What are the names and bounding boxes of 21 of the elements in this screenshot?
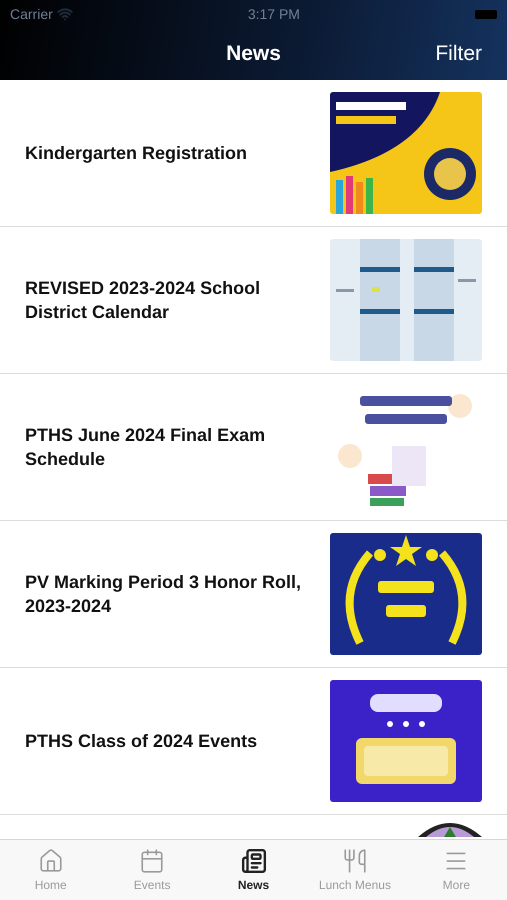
article-row[interactable]: PTHS June 2024 Final Exam Schedule <box>0 374 507 521</box>
article-row[interactable]: Kindergarten Registration <box>0 80 507 227</box>
calendar-icon <box>139 848 166 874</box>
home-icon <box>38 848 64 874</box>
utensils-icon <box>342 848 368 874</box>
news-title: PV Marking Period 3 Honor Roll, 2023-2024 <box>25 571 302 618</box>
article-row[interactable]: PTHS Class of 2024 Events <box>0 668 507 815</box>
nav-title: News <box>226 42 281 66</box>
news-title: PTHS Class of 2024 Events <box>25 730 258 753</box>
filter-button[interactable]: Filter <box>435 42 482 66</box>
news-title: PTHS June 2024 Final Exam Schedule <box>25 424 266 471</box>
article-row[interactable]: REVISED 2023-2024 School District Calendar <box>0 227 507 374</box>
news-title: REVISED 2023-2024 School District Calendar <box>25 277 262 324</box>
wifi-icon <box>56 6 73 22</box>
newspaper-icon <box>240 848 267 874</box>
status-time: 3:17 PM <box>248 6 300 22</box>
article-row[interactable]: PV Marking Period 3 Honor Roll, 2023-2024 <box>0 521 507 668</box>
carrier-label: Carrier <box>10 6 53 22</box>
battery-icon <box>474 10 497 18</box>
tab-item[interactable]: News <box>202 840 304 900</box>
news-title: Kindergarten Registration <box>25 142 248 165</box>
